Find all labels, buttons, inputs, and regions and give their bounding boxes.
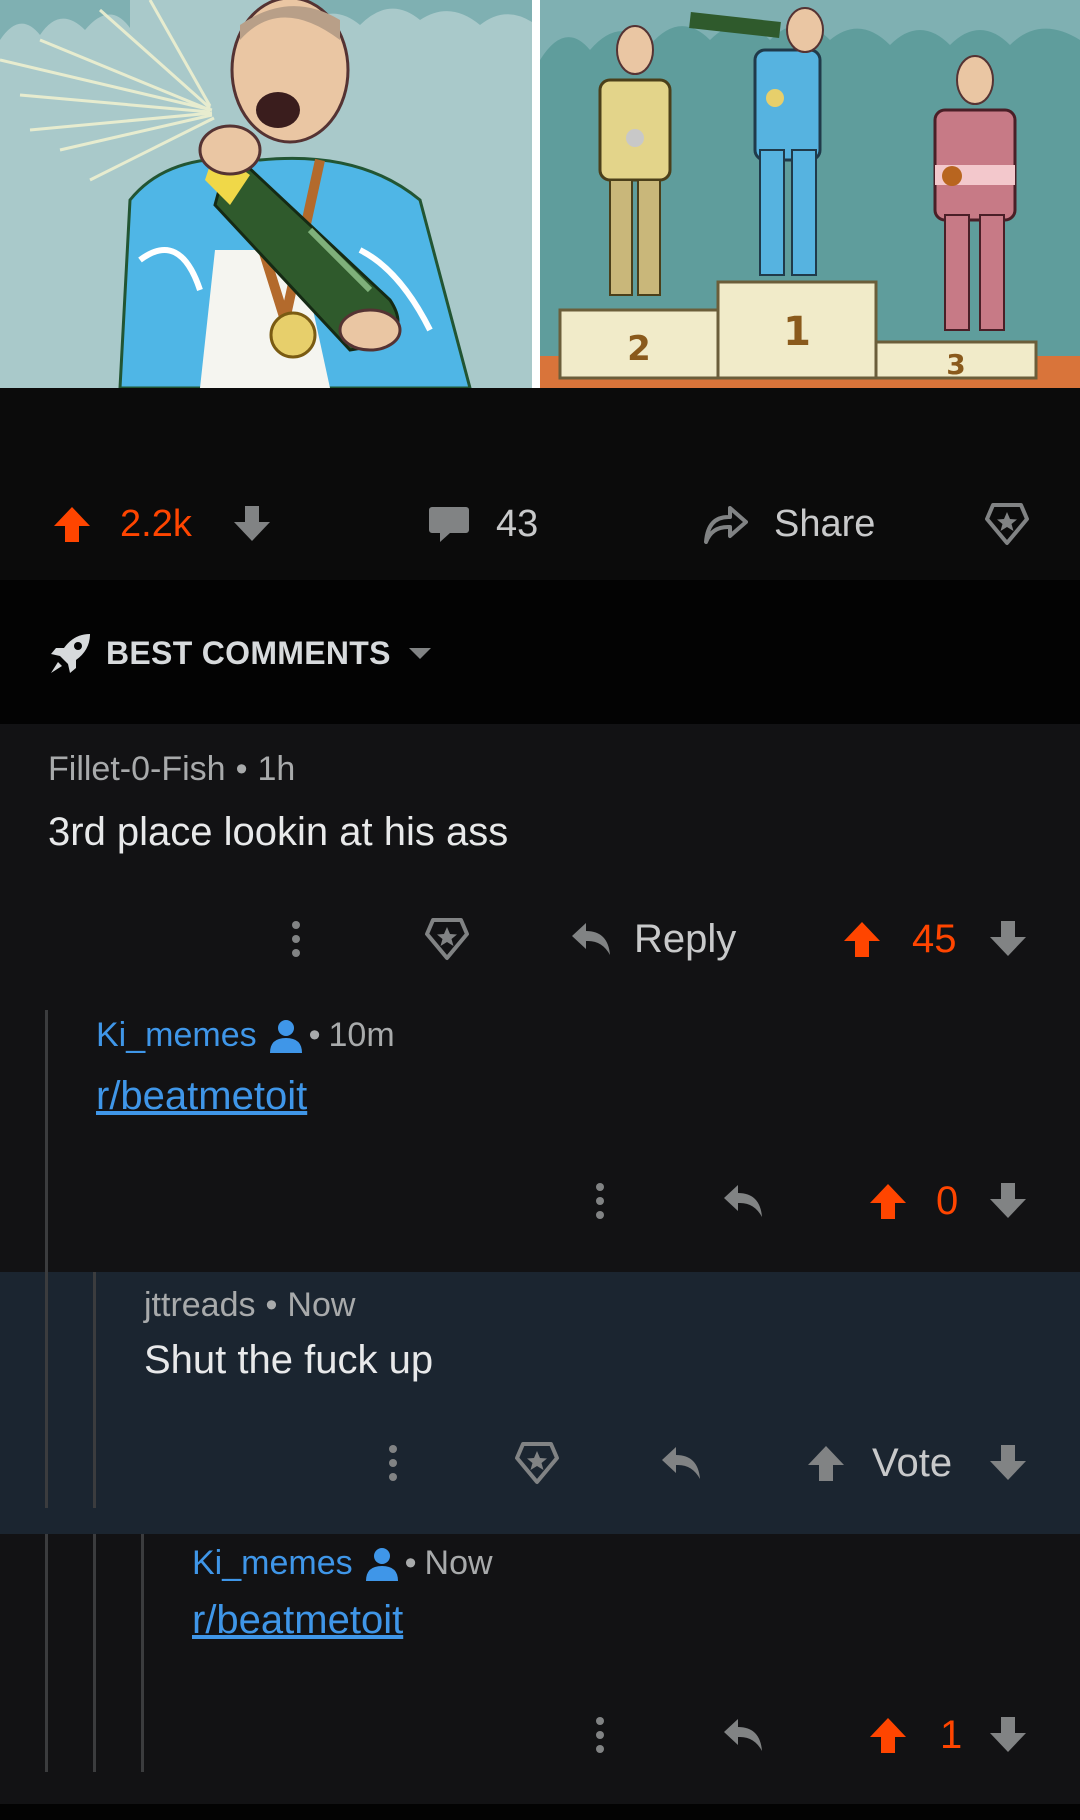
comment-time: 10m xyxy=(328,1016,395,1054)
more-options-button[interactable] xyxy=(594,1166,606,1236)
award-icon xyxy=(425,918,469,960)
reply-arrow-icon xyxy=(572,923,610,955)
post-score: 2.2k xyxy=(120,502,192,545)
comment-ki-memes-1: Ki_memes • 10m r/beatmetoit 0 xyxy=(0,1000,1080,1272)
more-dots-icon xyxy=(596,1183,604,1219)
comment-author[interactable]: Ki_memes xyxy=(192,1544,353,1583)
podium-number-first: 1 xyxy=(783,309,811,355)
sort-bar: BEST COMMENTS xyxy=(0,580,1080,724)
reply-button[interactable] xyxy=(722,1700,766,1770)
vote-label: Vote xyxy=(872,1440,953,1485)
award-icon xyxy=(985,503,1029,545)
upvote-arrow-icon xyxy=(808,1446,844,1481)
reply-label: Reply xyxy=(634,916,737,961)
upvote-arrow-icon xyxy=(870,1184,906,1219)
comment-time: Now xyxy=(287,1286,356,1324)
comment-award-button[interactable] xyxy=(514,1428,560,1498)
downvote-arrow-icon xyxy=(990,1445,1026,1480)
sort-dropdown[interactable]: BEST COMMENTS xyxy=(48,628,433,678)
comment-jttreads: jttreads • Now Shut the fuck up Vote xyxy=(0,1272,1080,1534)
reply-button[interactable] xyxy=(660,1428,704,1498)
user-icon xyxy=(365,1547,398,1581)
more-options-button[interactable] xyxy=(290,904,302,974)
user-icon xyxy=(269,1019,302,1053)
reply-arrow-icon xyxy=(724,1719,762,1751)
comment-meta: jttreads • Now xyxy=(144,1286,356,1325)
comment-meta: Fillet-0-Fish • 1h xyxy=(48,750,296,789)
comment-upvote-button[interactable] xyxy=(868,1700,908,1770)
comment-meta: Ki_memes • Now xyxy=(192,1544,493,1583)
comment-body: 3rd place lookin at his ass xyxy=(48,810,509,854)
comment-downvote-button[interactable] xyxy=(988,904,1028,974)
comment-author[interactable]: Ki_memes xyxy=(96,1016,257,1055)
more-dots-icon xyxy=(596,1717,604,1753)
post-image[interactable]: 2 1 3 xyxy=(0,0,1080,388)
share-arrow-icon xyxy=(704,506,748,544)
comment-score: 45 xyxy=(912,916,957,961)
bottom-edge xyxy=(0,1804,1080,1820)
comment-meta: Ki_memes • 10m xyxy=(96,1016,395,1055)
comment-score: 0 xyxy=(936,1178,959,1223)
comment-fillet-0-fish: Fillet-0-Fish • 1h 3rd place lookin at h… xyxy=(0,724,1080,1000)
caret-down-icon xyxy=(408,648,431,659)
downvote-arrow-icon xyxy=(990,1717,1026,1752)
award-icon xyxy=(515,1442,559,1484)
podium-number-third: 3 xyxy=(946,348,965,381)
sort-label: BEST COMMENTS xyxy=(106,634,391,671)
more-options-button[interactable] xyxy=(387,1428,399,1498)
comment-ki-memes-2: Ki_memes • Now r/beatmetoit 1 xyxy=(0,1534,1080,1804)
comment-upvote-button[interactable] xyxy=(868,1166,908,1236)
more-dots-icon xyxy=(389,1445,397,1481)
reply-arrow-icon xyxy=(724,1185,762,1217)
rocket-icon xyxy=(51,634,90,673)
comment-award-button[interactable] xyxy=(424,904,470,974)
comment-score: 1 xyxy=(940,1712,963,1757)
image-panel-podium: 2 1 3 xyxy=(540,0,1080,388)
comment-time: 1h xyxy=(257,750,296,788)
comment-author[interactable]: Fillet-0-Fish xyxy=(48,750,226,789)
post-upvote-button[interactable] xyxy=(52,484,92,564)
image-panel-champagne-closeup xyxy=(0,0,532,388)
downvote-arrow-icon xyxy=(990,1183,1026,1218)
comment-bubble-icon xyxy=(429,507,469,542)
subreddit-link[interactable]: r/beatmetoit xyxy=(192,1598,403,1643)
more-options-button[interactable] xyxy=(594,1700,606,1770)
comment-downvote-button[interactable] xyxy=(988,1700,1028,1770)
share-label: Share xyxy=(774,502,876,545)
podium-number-second: 2 xyxy=(627,329,651,369)
comment-body: Shut the fuck up xyxy=(144,1338,434,1382)
comment-downvote-button[interactable] xyxy=(988,1428,1028,1498)
reply-arrow-icon xyxy=(662,1447,700,1479)
more-dots-icon xyxy=(292,921,300,957)
upvote-arrow-icon xyxy=(844,922,880,957)
comment-time: Now xyxy=(424,1544,493,1582)
upvote-arrow-icon xyxy=(54,507,90,542)
comments-button[interactable]: 43 xyxy=(428,484,538,564)
post-action-bar: 2.2k 43 Share xyxy=(0,388,1080,580)
comment-count: 43 xyxy=(496,502,539,545)
reply-button[interactable] xyxy=(722,1166,766,1236)
post-award-button[interactable] xyxy=(984,484,1030,564)
reply-button[interactable]: Reply xyxy=(570,904,736,974)
comment-downvote-button[interactable] xyxy=(988,1166,1028,1236)
comment-upvote-button[interactable] xyxy=(806,1428,846,1498)
downvote-arrow-icon xyxy=(990,921,1026,956)
share-button[interactable]: Share xyxy=(702,484,875,564)
comment-author[interactable]: jttreads xyxy=(144,1286,256,1325)
comment-upvote-button[interactable] xyxy=(842,904,882,974)
upvote-arrow-icon xyxy=(870,1718,906,1753)
post-downvote-button[interactable] xyxy=(232,484,272,564)
subreddit-link[interactable]: r/beatmetoit xyxy=(96,1074,307,1119)
downvote-arrow-icon xyxy=(234,506,270,541)
